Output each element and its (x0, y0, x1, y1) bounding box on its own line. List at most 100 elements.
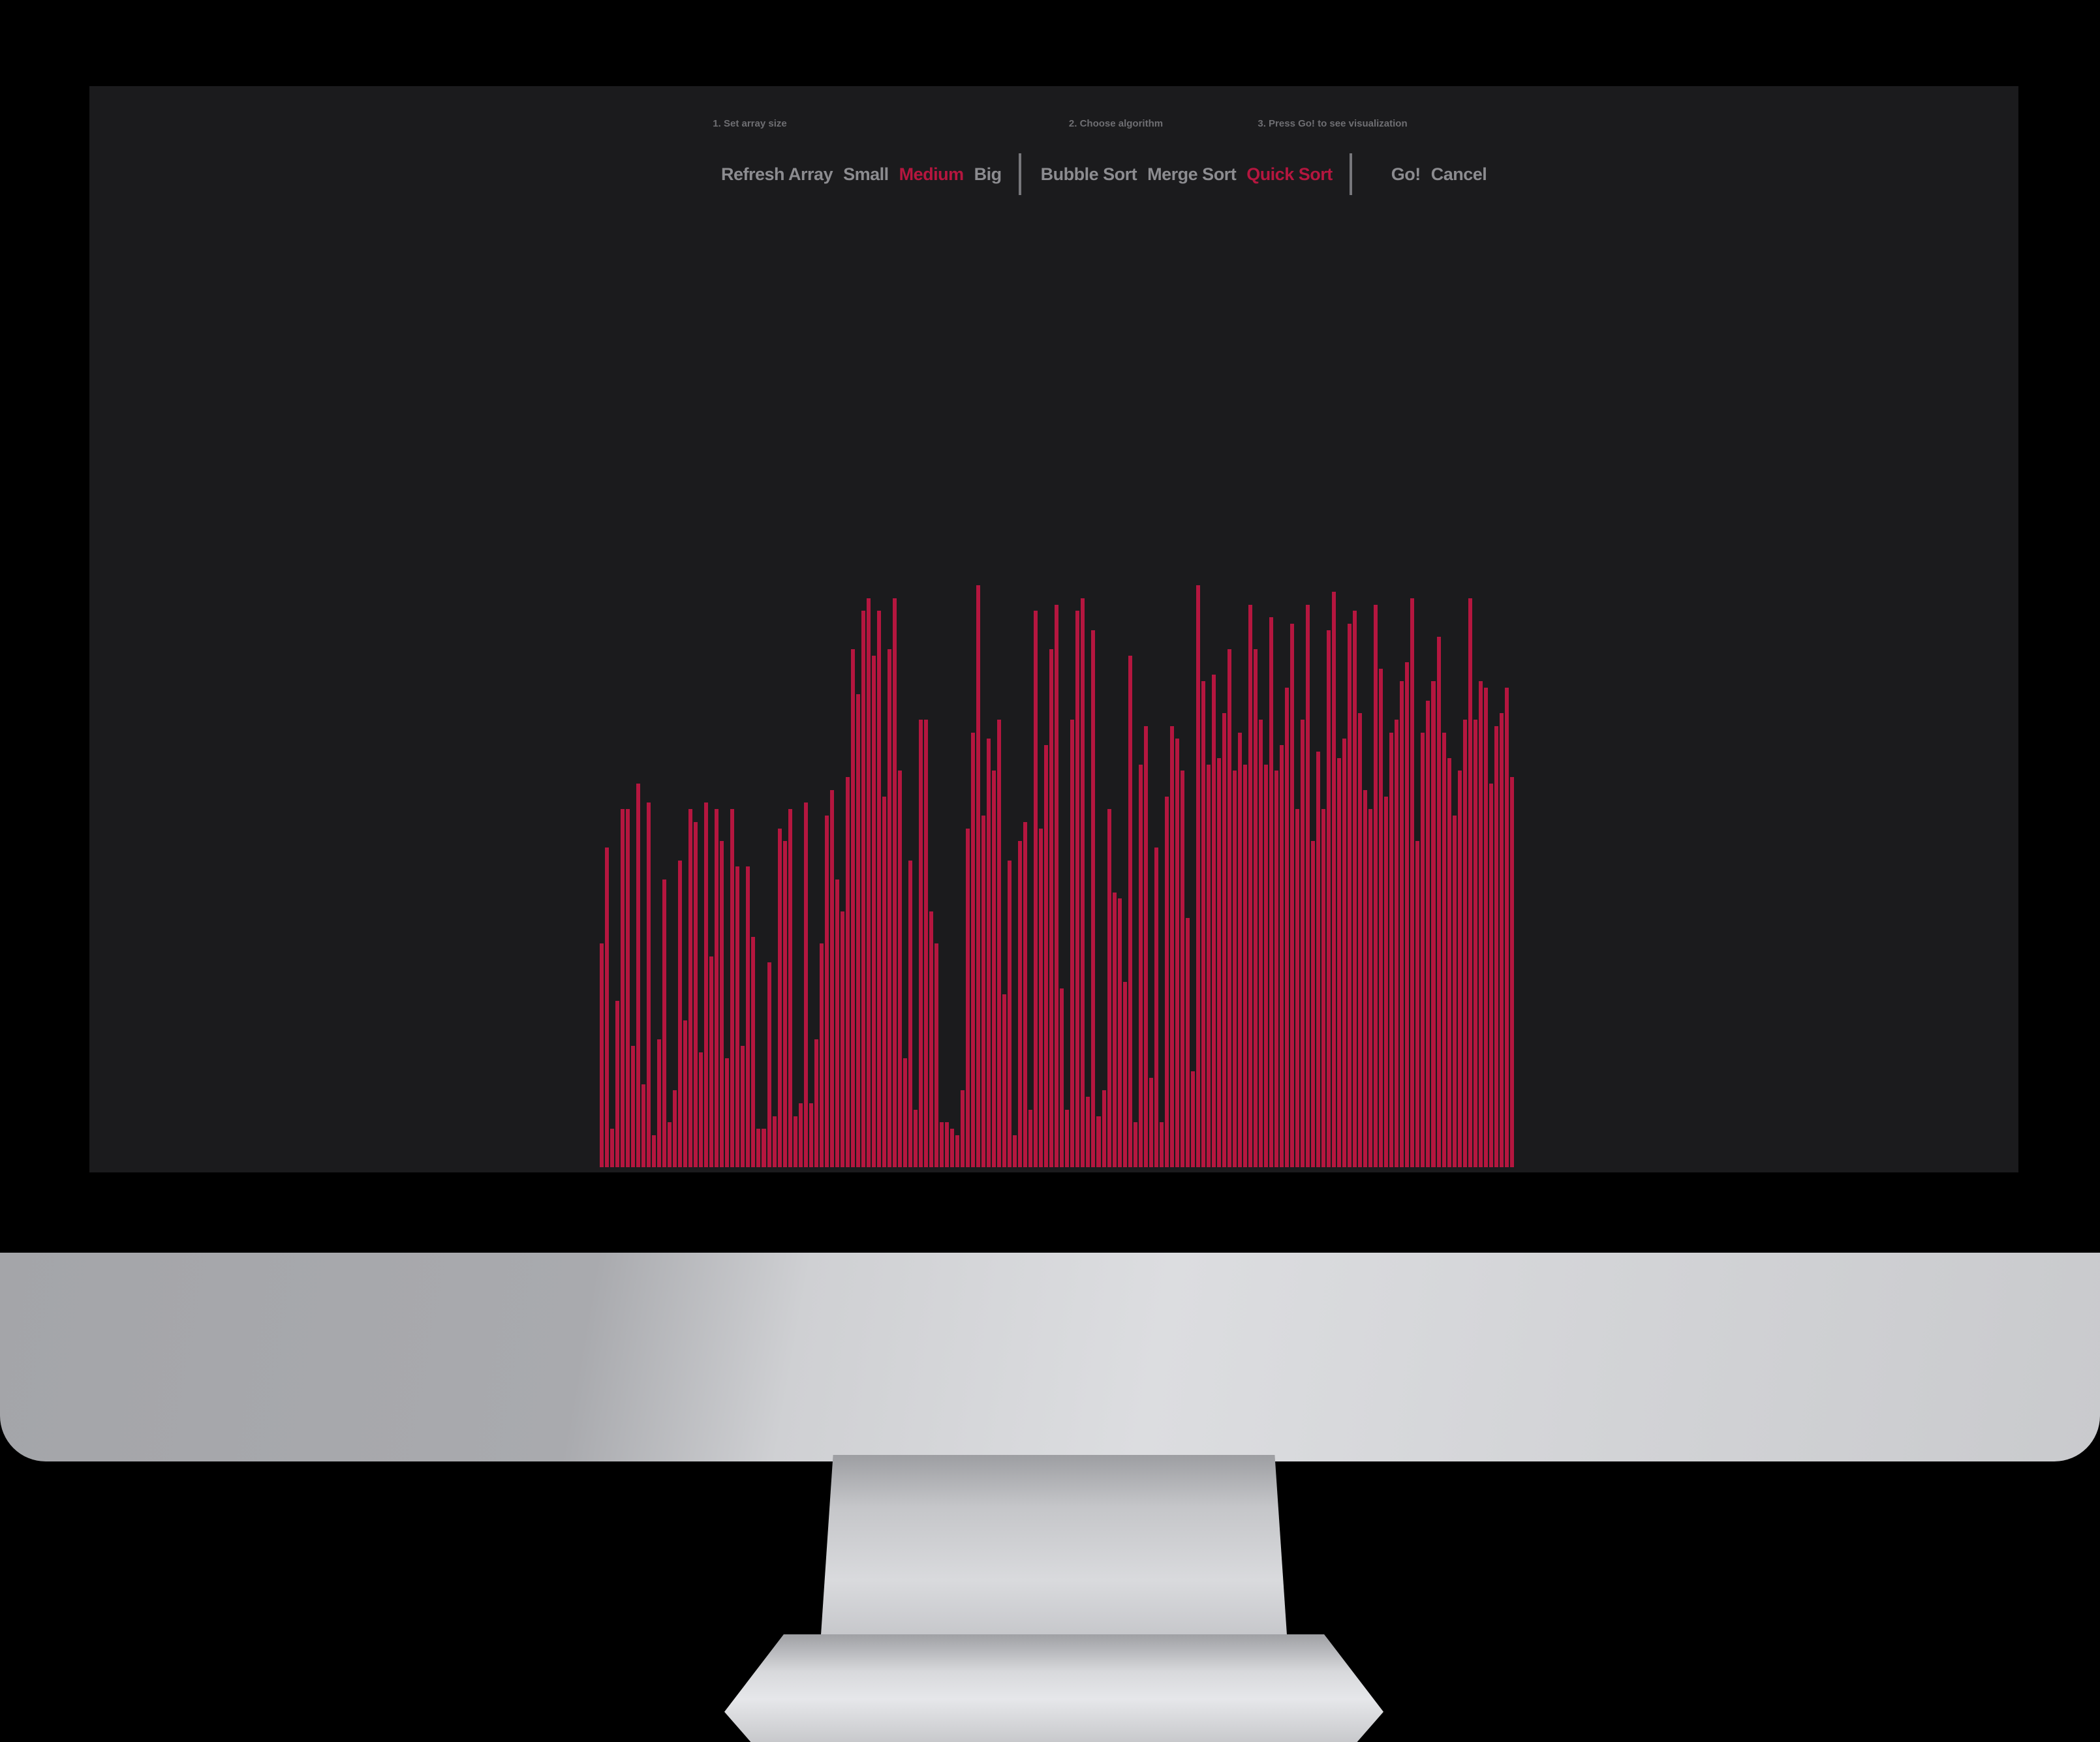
array-bar (1117, 898, 1122, 1167)
array-bar (1023, 821, 1028, 1167)
array-bar (751, 937, 756, 1167)
array-bar (1311, 841, 1316, 1167)
array-bar (1149, 1077, 1153, 1167)
array-bar (647, 802, 651, 1167)
go-button[interactable]: Go! (1391, 164, 1421, 185)
merge-sort-button[interactable]: Merge Sort (1147, 164, 1237, 185)
array-bar (610, 1129, 615, 1167)
size-small-button[interactable]: Small (843, 164, 889, 185)
array-bar (621, 809, 625, 1167)
array-bar (631, 1045, 636, 1167)
array-bar (1447, 757, 1451, 1167)
array-bar (1263, 764, 1268, 1167)
array-bar (1018, 841, 1023, 1167)
array-bar (871, 656, 876, 1167)
monitor-chin (0, 1253, 2100, 1461)
array-bar (1258, 720, 1263, 1167)
array-bar (1211, 675, 1216, 1167)
array-bar (1201, 681, 1205, 1167)
array-bar (918, 720, 923, 1167)
array-bar (1013, 1135, 1017, 1167)
array-bar (673, 1090, 677, 1167)
array-bar (819, 943, 824, 1167)
array-bar (997, 720, 1002, 1167)
array-bar (876, 611, 881, 1167)
array-bar (767, 962, 771, 1167)
array-bar (1102, 1090, 1106, 1167)
array-bar (976, 585, 981, 1167)
array-bar (882, 796, 886, 1167)
array-bar (1290, 624, 1295, 1167)
array-bar (1499, 713, 1504, 1167)
array-bar (725, 1058, 730, 1167)
array-bar (798, 1103, 803, 1167)
array-bar (1384, 796, 1389, 1167)
array-bar (1091, 630, 1096, 1167)
array-bar (1348, 624, 1352, 1167)
array-bar (856, 694, 860, 1167)
toolbar-divider (1349, 153, 1352, 195)
array-bar (1374, 604, 1378, 1167)
array-bar (1169, 726, 1174, 1167)
array-bar (788, 809, 792, 1167)
array-bar (1301, 720, 1305, 1167)
array-bar (897, 771, 902, 1167)
array-bar (1353, 611, 1357, 1167)
array-bar (1483, 688, 1488, 1167)
array-bar (1436, 636, 1441, 1167)
array-bar (934, 943, 939, 1167)
array-bar (1379, 668, 1383, 1167)
array-bar (1138, 764, 1143, 1167)
array-bar (1321, 809, 1326, 1167)
array-bar (741, 1045, 745, 1167)
array-bar (1044, 745, 1049, 1167)
array-bar (1122, 981, 1127, 1167)
array-bar (662, 879, 667, 1167)
array-bar (1075, 611, 1080, 1167)
size-big-button[interactable]: Big (974, 164, 1002, 185)
array-bar (1306, 604, 1310, 1167)
array-bar (1253, 649, 1258, 1167)
array-bar (600, 943, 604, 1167)
array-bar (1452, 816, 1457, 1167)
array-bar (1462, 720, 1467, 1167)
quick-sort-button[interactable]: Quick Sort (1246, 164, 1333, 185)
array-bar (1457, 771, 1462, 1167)
array-bar (1368, 809, 1373, 1167)
array-bar (1143, 726, 1148, 1167)
array-bar (1055, 604, 1059, 1167)
refresh-array-button[interactable]: Refresh Array (721, 164, 833, 185)
array-bar (1358, 713, 1363, 1167)
array-bar (1028, 1109, 1033, 1167)
array-bar (1395, 720, 1399, 1167)
array-bar (1206, 764, 1211, 1167)
size-medium-button[interactable]: Medium (899, 164, 965, 185)
array-bar (626, 809, 630, 1167)
array-bar (1509, 777, 1514, 1167)
array-bar (1489, 784, 1493, 1167)
array-bar (1159, 1122, 1164, 1167)
array-bar (1473, 720, 1477, 1167)
array-bar (1190, 1071, 1195, 1167)
array-bar (1086, 1097, 1090, 1167)
array-bar (1342, 739, 1347, 1167)
array-bar (636, 784, 641, 1167)
array-bar (1060, 988, 1064, 1167)
array-bar (694, 821, 698, 1167)
array-bar (709, 956, 714, 1167)
array-bar (1227, 649, 1231, 1167)
array-bar (809, 1103, 813, 1167)
array-bar (652, 1135, 656, 1167)
step-2-label: 2. Choose algorithm (1068, 118, 1164, 129)
step-1-label: 1. Set array size (713, 118, 787, 129)
array-bar (1442, 732, 1446, 1167)
array-bar (1222, 713, 1226, 1167)
array-bar (1112, 892, 1117, 1167)
array-bar (1280, 745, 1284, 1167)
bubble-sort-button[interactable]: Bubble Sort (1041, 164, 1137, 185)
array-bar (688, 809, 693, 1167)
array-bar (913, 1109, 918, 1167)
array-bar (1274, 771, 1279, 1167)
cancel-button[interactable]: Cancel (1431, 164, 1487, 185)
array-bar (945, 1122, 950, 1167)
